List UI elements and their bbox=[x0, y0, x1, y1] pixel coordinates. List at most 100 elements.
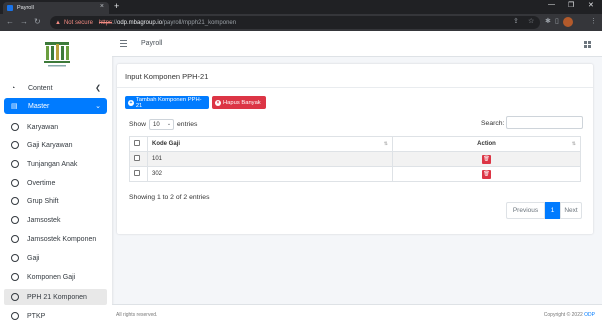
komponen-table: Kode Gaji ⇅ Action ⇅ 101 🗑 302 🗑 bbox=[129, 136, 581, 182]
url-scheme: https bbox=[98, 19, 112, 26]
maximize-icon[interactable]: ❐ bbox=[568, 1, 574, 9]
circle-icon bbox=[11, 235, 19, 243]
new-tab-button[interactable]: + bbox=[114, 1, 119, 11]
close-window-icon[interactable]: ✕ bbox=[588, 1, 594, 9]
footer-rights: All rights reserved. bbox=[116, 312, 158, 318]
browser-menu-icon[interactable]: ⋮ bbox=[590, 17, 597, 25]
circle-icon bbox=[11, 123, 19, 131]
show-label: Show bbox=[129, 121, 147, 128]
menu-toggle-icon[interactable] bbox=[120, 40, 127, 49]
sidebar-item-label: Jamsostek Komponen bbox=[27, 235, 97, 243]
back-icon[interactable]: ← bbox=[6, 17, 14, 26]
pagination: Previous 1 Next bbox=[506, 202, 582, 219]
profile-avatar[interactable] bbox=[563, 17, 573, 27]
table-header-row: Kode Gaji ⇅ Action ⇅ bbox=[129, 136, 581, 152]
sidebar-item-gaji-karyawan[interactable]: Gaji Karyawan bbox=[4, 138, 107, 152]
circle-icon bbox=[11, 141, 19, 149]
chevron-left-icon: ❮ bbox=[95, 85, 101, 92]
entries-length-control: Show 10 ⌄ entries bbox=[129, 119, 197, 130]
top-navbar: Payroll bbox=[112, 31, 602, 57]
search-input[interactable] bbox=[506, 116, 583, 129]
action-cell: 🗑 bbox=[392, 166, 581, 182]
sidebar-item-label: PTKP bbox=[27, 312, 46, 320]
select-all-checkbox[interactable] bbox=[134, 140, 140, 146]
search-label: Search: bbox=[481, 120, 505, 127]
extensions-icon[interactable]: ✱ bbox=[545, 17, 551, 25]
sidebar-item-label: Content bbox=[28, 84, 53, 92]
sidebar: ◔ Content ❮ ▤ Master ⌄ Karyawan Gaji Kar… bbox=[0, 31, 112, 325]
warning-icon: ▲ bbox=[55, 19, 61, 26]
add-komponen-button[interactable]: + Tambah Komponen PPH-21 bbox=[125, 96, 209, 109]
sidebar-toggle-icon[interactable]: ▯ bbox=[555, 17, 559, 25]
chevron-down-icon: ⌄ bbox=[166, 121, 172, 127]
forward-icon[interactable]: → bbox=[20, 17, 28, 26]
close-tab-icon[interactable]: × bbox=[100, 3, 104, 10]
security-label: Not secure bbox=[63, 19, 93, 26]
favicon-icon bbox=[7, 5, 13, 11]
circle-icon bbox=[11, 312, 19, 320]
sidebar-item-jamsostek-komponen[interactable]: Jamsostek Komponen bbox=[4, 232, 107, 246]
url-path: /payroll/mpph21_komponen bbox=[162, 19, 237, 26]
sidebar-item-label: Master bbox=[28, 102, 50, 110]
address-bar[interactable]: ▲ Not secure https://odp.mbagroup.io/pay… bbox=[50, 16, 540, 29]
pagination-previous[interactable]: Previous bbox=[506, 202, 545, 219]
trash-icon[interactable]: 🗑 bbox=[482, 169, 491, 179]
circle-icon bbox=[11, 293, 19, 301]
sidebar-item-label: Gaji Karyawan bbox=[27, 141, 73, 149]
column-header-action[interactable]: Action ⇅ bbox=[392, 136, 581, 152]
browser-tabbar: Payroll × + — ❐ ✕ bbox=[0, 0, 602, 14]
footer: All rights reserved. Copyright © 2022 OD… bbox=[112, 304, 602, 325]
footer-brand-link[interactable]: ODP bbox=[584, 312, 595, 318]
delete-many-button[interactable]: × Hapus Banyak bbox=[212, 96, 266, 109]
sidebar-item-label: Overtime bbox=[27, 179, 56, 187]
circle-icon bbox=[11, 197, 19, 205]
trash-icon[interactable]: 🗑 bbox=[482, 154, 491, 164]
share-icon[interactable]: ⇪ bbox=[513, 17, 519, 25]
sidebar-item-label: Komponen Gaji bbox=[27, 273, 76, 281]
pagination-next[interactable]: Next bbox=[560, 202, 582, 219]
sidebar-item-label: PPH 21 Komponen bbox=[27, 293, 87, 301]
reload-icon[interactable]: ↻ bbox=[34, 17, 41, 26]
row-select-cell bbox=[129, 151, 148, 167]
table-row: 101 🗑 bbox=[129, 151, 581, 167]
sidebar-item-gaji[interactable]: Gaji bbox=[4, 251, 107, 265]
action-cell: 🗑 bbox=[392, 151, 581, 167]
content-card: Input Komponen PPH-21 + Tambah Komponen … bbox=[117, 64, 593, 234]
sidebar-item-content[interactable]: ◔ Content ❮ bbox=[4, 81, 107, 95]
browser-tab[interactable]: Payroll × bbox=[3, 2, 109, 14]
column-header-kode-gaji[interactable]: Kode Gaji ⇅ bbox=[147, 136, 393, 152]
apps-grid-icon[interactable] bbox=[584, 41, 591, 48]
sidebar-item-label: Jamsostek bbox=[27, 216, 61, 224]
sidebar-item-tunjangan-anak[interactable]: Tunjangan Anak bbox=[4, 157, 107, 171]
company-logo bbox=[44, 42, 70, 67]
add-button-label: Tambah Komponen PPH-21 bbox=[135, 96, 202, 109]
table-row: 302 🗑 bbox=[129, 166, 581, 182]
sidebar-item-master[interactable]: ▤ Master ⌄ bbox=[4, 98, 107, 114]
entries-label: entries bbox=[177, 121, 198, 128]
tachometer-icon: ◔ bbox=[11, 84, 16, 92]
navbar-title[interactable]: Payroll bbox=[141, 40, 162, 47]
sidebar-item-karyawan[interactable]: Karyawan bbox=[4, 120, 107, 134]
row-checkbox[interactable] bbox=[134, 155, 140, 161]
table-info: Showing 1 to 2 of 2 entries bbox=[129, 194, 210, 201]
sidebar-item-overtime[interactable]: Overtime bbox=[4, 176, 107, 190]
sidebar-item-komponen-gaji[interactable]: Komponen Gaji bbox=[4, 270, 107, 284]
sidebar-item-label: Karyawan bbox=[27, 123, 59, 131]
sidebar-item-grup-shift[interactable]: Grup Shift bbox=[4, 194, 107, 208]
url-host: odp.mbagroup.io bbox=[117, 19, 163, 26]
row-checkbox[interactable] bbox=[134, 170, 140, 176]
delete-button-label: Hapus Banyak bbox=[223, 99, 261, 106]
tab-title: Payroll bbox=[17, 5, 34, 11]
pagination-page-1[interactable]: 1 bbox=[545, 202, 560, 219]
sidebar-item-jamsostek[interactable]: Jamsostek bbox=[4, 213, 107, 227]
circle-icon bbox=[11, 179, 19, 187]
file-icon: ▤ bbox=[11, 103, 18, 110]
sort-icon: ⇅ bbox=[571, 141, 576, 147]
sidebar-item-ptkp[interactable]: PTKP bbox=[4, 309, 107, 323]
bookmark-star-icon[interactable]: ☆ bbox=[528, 17, 534, 25]
entries-select[interactable]: 10 ⌄ bbox=[149, 119, 175, 130]
sidebar-item-pph21-komponen[interactable]: PPH 21 Komponen bbox=[4, 289, 107, 305]
minimize-icon[interactable]: — bbox=[548, 1, 555, 8]
sidebar-item-label: Grup Shift bbox=[27, 197, 59, 205]
select-all-cell bbox=[129, 136, 148, 152]
